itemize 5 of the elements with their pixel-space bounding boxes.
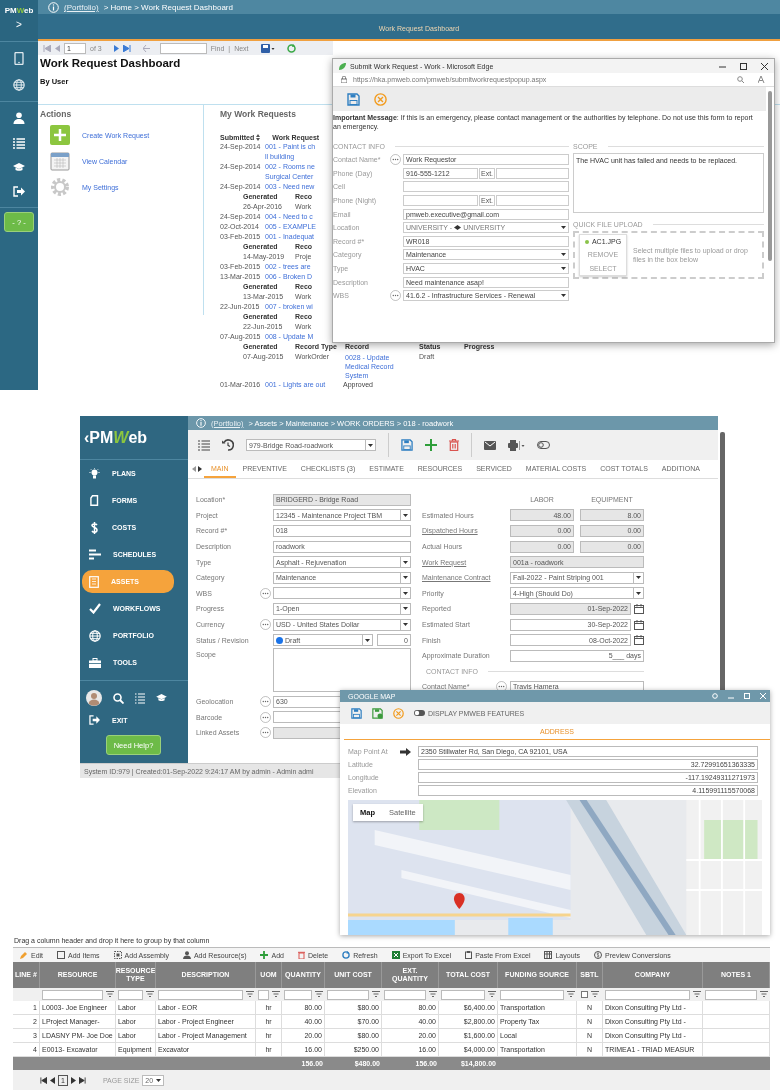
report-title: Work Request Dashboard xyxy=(40,57,181,69)
breadcrumb-trail: > Home > Work Request Dashboard xyxy=(103,2,233,12)
section-title: Actions xyxy=(40,109,73,119)
section-title: My Work Requests xyxy=(220,109,296,120)
app-logo: PMWeb xyxy=(4,6,34,15)
